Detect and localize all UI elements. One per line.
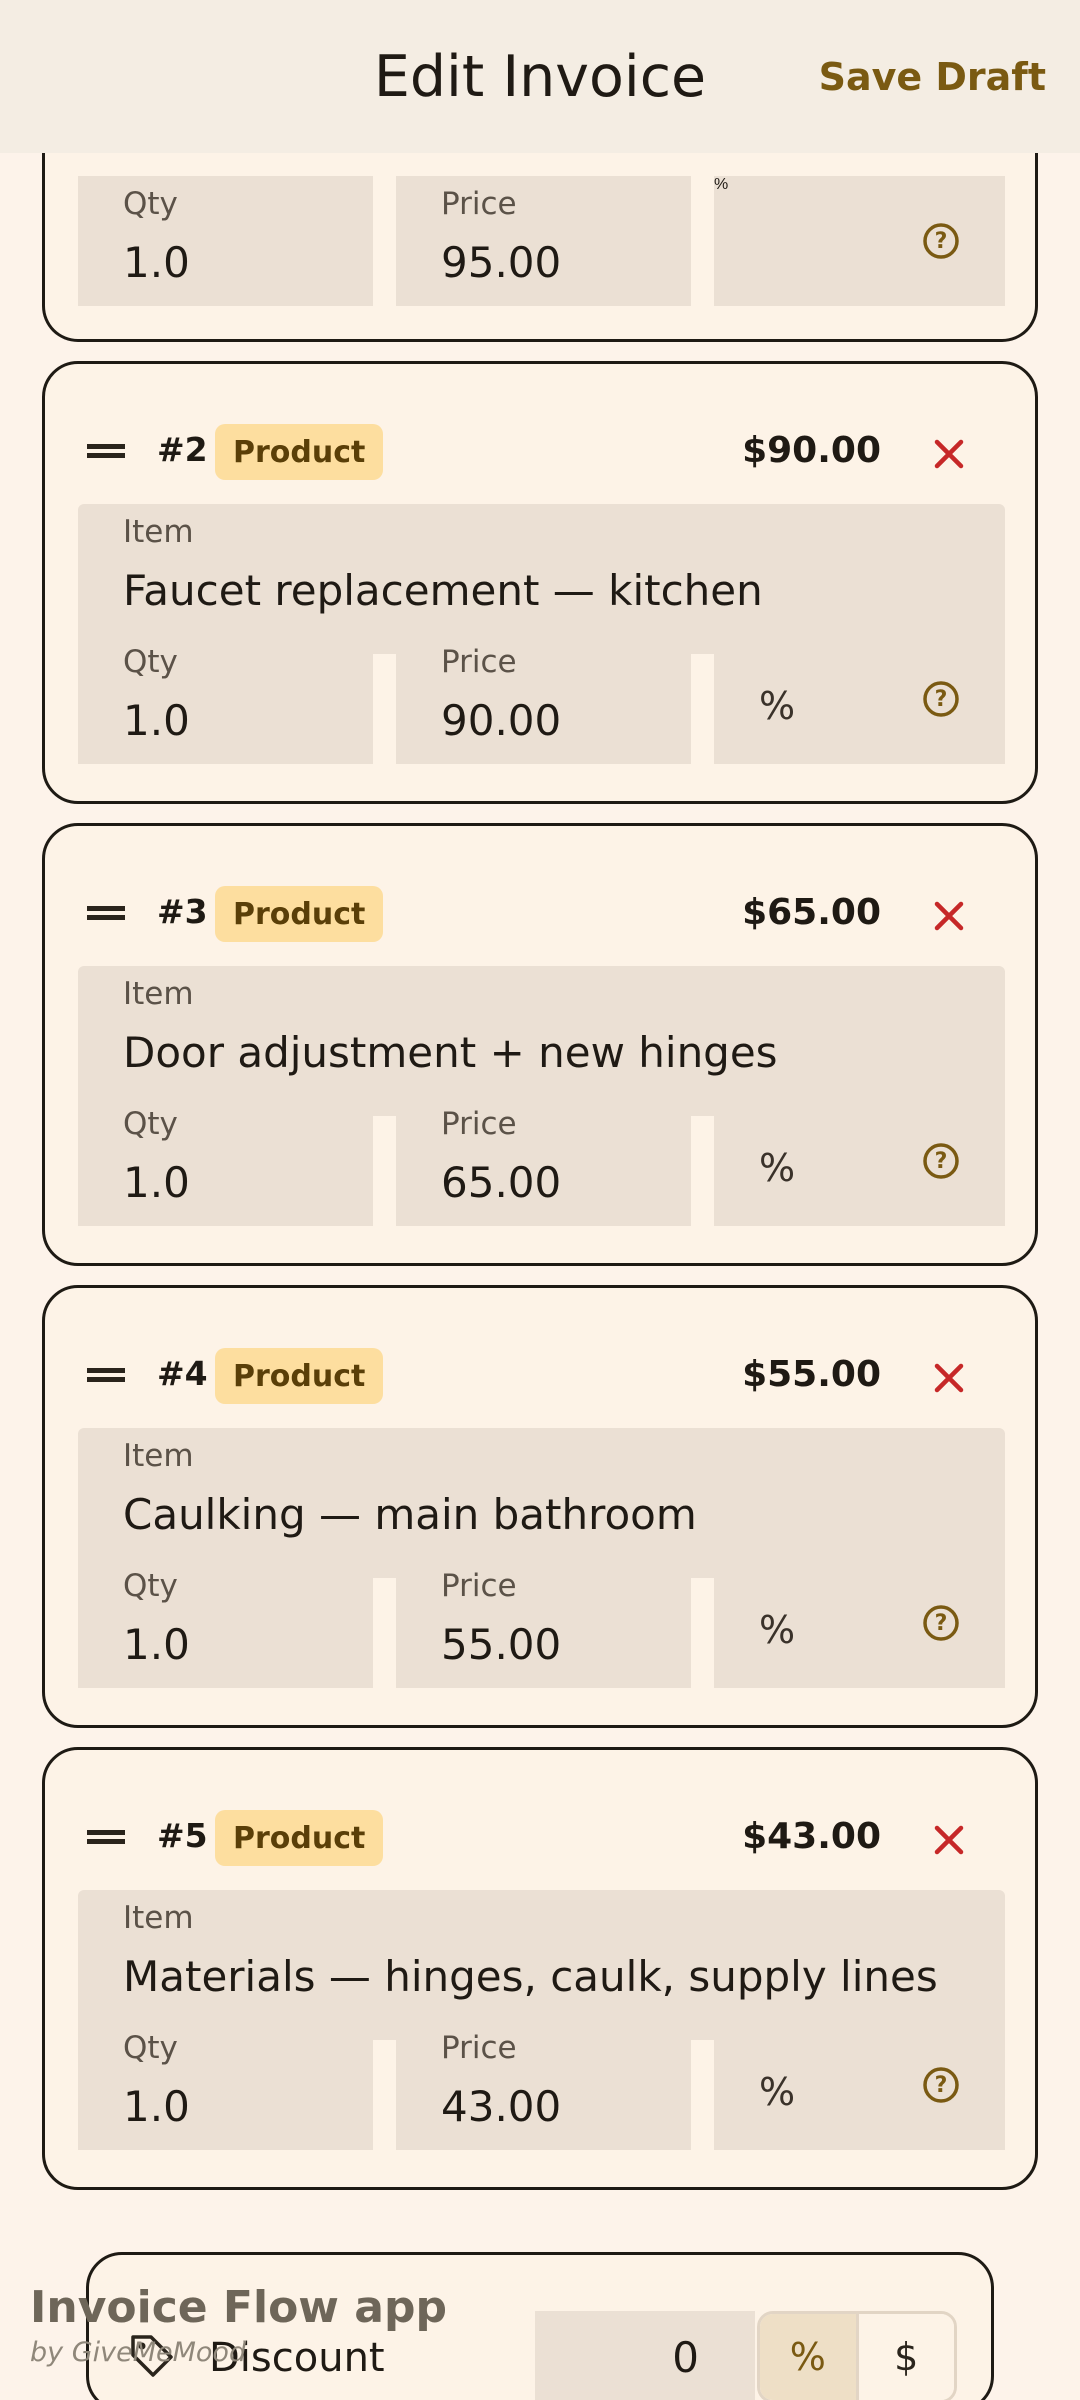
item-label: Item — [123, 1900, 194, 1936]
qty-field[interactable]: Qty 1.0 — [78, 634, 373, 764]
discount-field[interactable]: % ? — [714, 634, 1005, 764]
item-value: Faucet replacement — kitchen — [123, 566, 763, 615]
app-bar: Edit Invoice Save Draft — [0, 0, 1080, 153]
type-badge: Product — [215, 886, 384, 942]
qty-value: 1.0 — [123, 2082, 190, 2131]
help-circle-icon[interactable]: ? — [921, 679, 961, 719]
line-number: #2 — [157, 430, 208, 469]
qty-field[interactable]: Qty 1.0 — [78, 1096, 373, 1226]
save-draft-button[interactable]: Save Draft — [819, 55, 1046, 99]
item-label: Item — [123, 514, 194, 550]
line-total: $90.00 — [742, 430, 881, 471]
app-watermark: Invoice Flow app by GiveMeMood — [30, 2282, 447, 2368]
svg-text:?: ? — [935, 229, 948, 254]
price-value: 65.00 — [441, 1158, 562, 1207]
discount-field[interactable]: % ? — [714, 1096, 1005, 1226]
price-label: Price — [441, 186, 517, 222]
help-circle-icon[interactable]: ? — [921, 221, 961, 261]
discount-mode-percent[interactable]: % — [760, 2314, 856, 2400]
item-field[interactable]: Item Caulking — main bathroom — [78, 1428, 1005, 1578]
svg-text:?: ? — [935, 2073, 948, 2098]
type-badge: Product — [215, 424, 384, 480]
discount-mode-dollar[interactable]: $ — [855, 2314, 954, 2400]
qty-value: 1.0 — [123, 238, 190, 287]
qty-label: Qty — [123, 1568, 178, 1604]
help-circle-icon[interactable]: ? — [921, 1603, 961, 1643]
qty-label: Qty — [123, 644, 178, 680]
qty-field[interactable]: Qty 1.0 — [78, 1558, 373, 1688]
svg-text:?: ? — [935, 1611, 948, 1636]
price-field[interactable]: Price 55.00 — [396, 1558, 691, 1688]
svg-text:?: ? — [935, 1149, 948, 1174]
item-label: Item — [123, 1438, 194, 1474]
discount-percent-symbol: % — [714, 176, 729, 193]
discount-percent-symbol: % — [759, 684, 796, 728]
price-label: Price — [441, 2030, 517, 2066]
qty-label: Qty — [123, 186, 178, 222]
line-total: $65.00 — [742, 892, 881, 933]
line-number: #4 — [157, 1354, 208, 1393]
line-total: $55.00 — [742, 1354, 881, 1395]
price-field[interactable]: Price 65.00 — [396, 1096, 691, 1226]
line-number: #5 — [157, 1816, 208, 1855]
close-icon[interactable] — [931, 898, 967, 934]
item-value: Caulking — main bathroom — [123, 1490, 697, 1539]
discount-percent-symbol: % — [759, 1146, 796, 1190]
item-value: Door adjustment + new hinges — [123, 1028, 778, 1077]
price-value: 90.00 — [441, 696, 562, 745]
close-icon[interactable] — [931, 1360, 967, 1396]
line-total: $43.00 — [742, 1816, 881, 1857]
price-label: Price — [441, 1106, 517, 1142]
discount-field[interactable]: % ? — [714, 176, 1005, 306]
item-label: Item — [123, 976, 194, 1012]
discount-mode-toggle: % $ — [757, 2311, 957, 2400]
item-field[interactable]: Item Door adjustment + new hinges — [78, 966, 1005, 1116]
price-label: Price — [441, 1568, 517, 1604]
price-value: 55.00 — [441, 1620, 562, 1669]
price-field[interactable]: Price 95.00 — [396, 176, 691, 306]
line-item-card: #4 Product $55.00 Item Caulking — main b… — [42, 1285, 1038, 1728]
discount-percent-symbol: % — [759, 2070, 796, 2114]
help-circle-icon[interactable]: ? — [921, 2065, 961, 2105]
line-item-card: #2 Product $90.00 Item Faucet replacemen… — [42, 361, 1038, 804]
qty-value: 1.0 — [123, 1620, 190, 1669]
qty-value: 1.0 — [123, 1158, 190, 1207]
price-value: 43.00 — [441, 2082, 562, 2131]
drag-handle-icon[interactable] — [87, 906, 125, 920]
qty-label: Qty — [123, 1106, 178, 1142]
type-badge: Product — [215, 1810, 384, 1866]
line-item-card: #5 Product $43.00 Item Materials — hinge… — [42, 1747, 1038, 2190]
help-circle-icon[interactable]: ? — [921, 1141, 961, 1181]
discount-amount-input[interactable]: 0 — [535, 2311, 755, 2400]
price-field[interactable]: Price 90.00 — [396, 634, 691, 764]
discount-field[interactable]: % ? — [714, 2020, 1005, 2150]
close-icon[interactable] — [931, 436, 967, 472]
close-icon[interactable] — [931, 1822, 967, 1858]
drag-handle-icon[interactable] — [87, 1368, 125, 1382]
drag-handle-icon[interactable] — [87, 1830, 125, 1844]
drag-handle-icon[interactable] — [87, 444, 125, 458]
line-item-card: #3 Product $65.00 Item Door adjustment +… — [42, 823, 1038, 1266]
qty-field[interactable]: Qty 1.0 — [78, 2020, 373, 2150]
watermark-title: Invoice Flow app — [30, 2282, 447, 2333]
item-field[interactable]: Item Faucet replacement — kitchen — [78, 504, 1005, 654]
type-badge: Product — [215, 1348, 384, 1404]
item-value: Materials — hinges, caulk, supply lines — [123, 1952, 938, 2001]
price-label: Price — [441, 644, 517, 680]
qty-label: Qty — [123, 2030, 178, 2066]
page-title: Edit Invoice — [373, 43, 707, 110]
discount-field[interactable]: % ? — [714, 1558, 1005, 1688]
line-number: #3 — [157, 892, 208, 931]
discount-percent-symbol: % — [759, 1608, 796, 1652]
price-value: 95.00 — [441, 238, 562, 287]
svg-text:?: ? — [935, 687, 948, 712]
item-field[interactable]: Item Materials — hinges, caulk, supply l… — [78, 1890, 1005, 2040]
watermark-byline: by GiveMeMood — [30, 2337, 247, 2368]
price-field[interactable]: Price 43.00 — [396, 2020, 691, 2150]
qty-value: 1.0 — [123, 696, 190, 745]
qty-field[interactable]: Qty 1.0 — [78, 176, 373, 306]
